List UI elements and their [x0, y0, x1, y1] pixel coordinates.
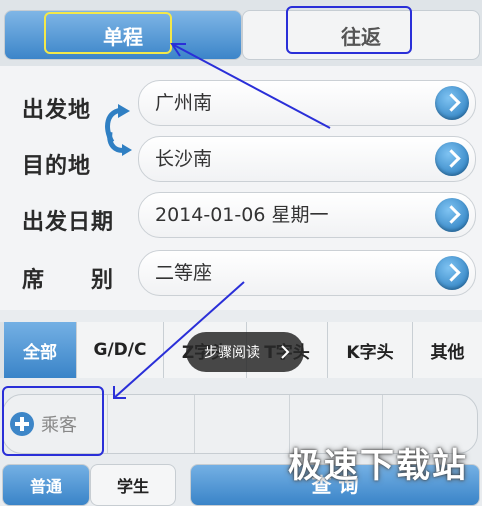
watermark: 极速下载站 [288, 446, 468, 486]
annotation-arrows [113, 43, 331, 399]
